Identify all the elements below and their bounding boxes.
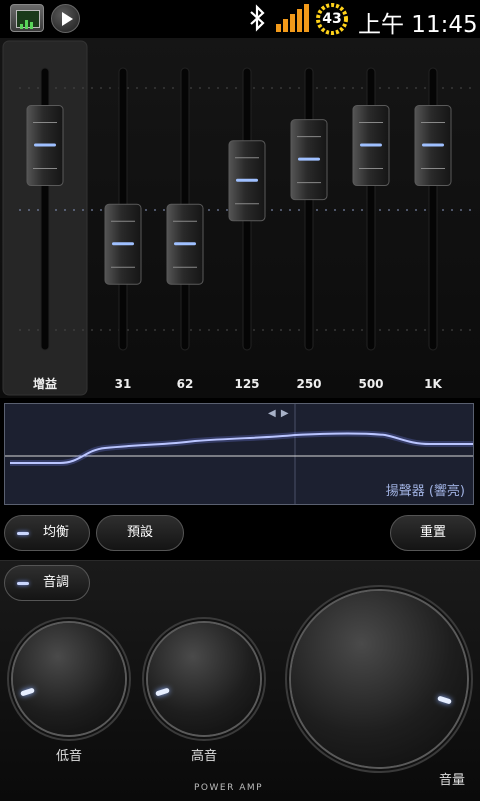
slider-led (422, 143, 444, 147)
slider-led (298, 157, 320, 161)
slider-label: 500 (358, 377, 383, 391)
speaker-preset-label[interactable]: 揚聲器 (響亮) (386, 480, 465, 499)
eq-response-graph: ◀ ▶ 揚聲器 (響亮) (4, 403, 474, 505)
volume-label: 音量 (438, 773, 465, 788)
volume-knob[interactable] (291, 591, 467, 767)
signal-icon (276, 4, 312, 32)
status-bar: 43 上午 11:45 (0, 0, 480, 38)
slider-led (236, 178, 258, 182)
slider-led (112, 242, 134, 246)
led-indicator (17, 532, 29, 535)
reset-button[interactable]: 重置 (390, 515, 476, 551)
knob-indicator (436, 695, 452, 705)
slider-label: 125 (234, 377, 259, 391)
treble-label: 高音 (190, 749, 217, 764)
brand-logo: POWER AMP (194, 783, 264, 793)
slider-led (34, 143, 56, 147)
knob-indicator (155, 687, 170, 698)
play-icon[interactable] (51, 4, 80, 33)
slider-label: 1K (424, 377, 442, 391)
graph-nav-arrows[interactable]: ◀ ▶ (268, 408, 290, 419)
led-indicator (17, 582, 29, 585)
equalizer-panel: 增益 31 62 125 250 500 1K (0, 38, 480, 398)
equalizer-chart: 增益 31 62 125 250 500 1K (2, 40, 471, 396)
tone-button[interactable]: 音調 (4, 565, 90, 601)
knob-indicator (20, 687, 35, 698)
bluetooth-icon (250, 4, 265, 32)
clock: 上午 11:45 (358, 12, 478, 38)
slider-led (360, 143, 382, 147)
slider-label: 31 (115, 377, 132, 391)
bass-label: 低音 (55, 749, 82, 764)
balance-button[interactable]: 均衡 (4, 515, 90, 551)
bass-knob[interactable] (13, 623, 125, 735)
battery-level: 43 (322, 11, 342, 27)
slider-label: 62 (177, 377, 194, 391)
preset-button[interactable]: 預設 (96, 515, 184, 551)
slider-label: 250 (296, 377, 321, 391)
slider-led (174, 242, 196, 246)
slider-track[interactable] (304, 67, 314, 351)
slider-label: 增益 (33, 376, 57, 391)
treble-knob[interactable] (148, 623, 260, 735)
app-icon[interactable] (10, 4, 44, 32)
